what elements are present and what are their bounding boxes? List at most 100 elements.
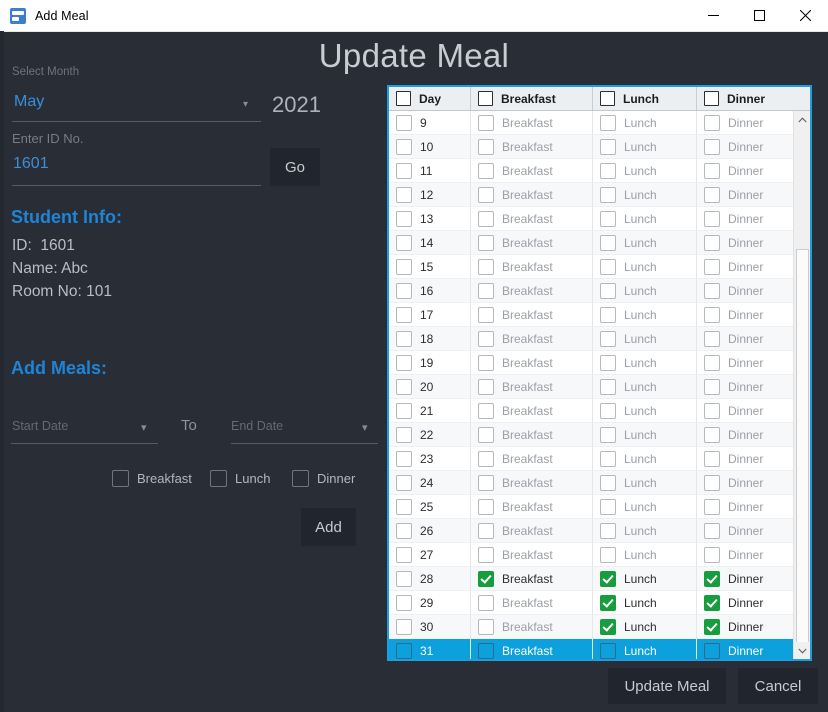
row-day-checkbox[interactable]	[396, 306, 412, 323]
row-dinner-checkbox[interactable]	[704, 162, 720, 179]
row-breakfast-checkbox[interactable]	[478, 618, 494, 635]
table-row[interactable]: 29 Breakfast Lunch Dinner	[389, 591, 810, 615]
row-dinner-checkbox[interactable]	[704, 378, 720, 395]
row-dinner-cell[interactable]: Dinner	[697, 159, 806, 182]
row-dinner-checkbox[interactable]	[704, 258, 720, 275]
start-date-picker[interactable]: Start Date	[12, 419, 68, 433]
grid-header-lunch[interactable]: Lunch	[593, 87, 697, 110]
month-select[interactable]: May	[14, 93, 44, 111]
row-lunch-cell[interactable]: Lunch	[593, 399, 697, 422]
id-input[interactable]: 1601	[13, 155, 49, 173]
table-row[interactable]: 16 Breakfast Lunch Dinner	[389, 279, 810, 303]
row-dinner-cell[interactable]: Dinner	[697, 231, 806, 254]
row-breakfast-checkbox[interactable]	[478, 426, 494, 443]
table-row[interactable]: 15 Breakfast Lunch Dinner	[389, 255, 810, 279]
row-dinner-checkbox[interactable]	[704, 498, 720, 515]
row-day-checkbox[interactable]	[396, 594, 412, 611]
row-lunch-checkbox[interactable]	[600, 282, 616, 299]
row-lunch-checkbox[interactable]	[600, 642, 616, 659]
row-dinner-cell[interactable]: Dinner	[697, 399, 806, 422]
row-breakfast-cell[interactable]: Breakfast	[471, 255, 593, 278]
row-lunch-cell[interactable]: Lunch	[593, 615, 697, 638]
row-lunch-checkbox[interactable]	[600, 450, 616, 467]
row-lunch-checkbox[interactable]	[600, 114, 616, 131]
row-dinner-checkbox[interactable]	[704, 570, 720, 587]
row-day-cell[interactable]: 20	[389, 375, 471, 398]
select-all-dinner-checkbox[interactable]	[704, 91, 719, 106]
row-breakfast-cell[interactable]: Breakfast	[471, 447, 593, 470]
row-lunch-cell[interactable]: Lunch	[593, 471, 697, 494]
row-lunch-cell[interactable]: Lunch	[593, 231, 697, 254]
update-meal-button[interactable]: Update Meal	[608, 668, 726, 704]
row-dinner-cell[interactable]: Dinner	[697, 279, 806, 302]
row-dinner-cell[interactable]: Dinner	[697, 471, 806, 494]
table-row[interactable]: 12 Breakfast Lunch Dinner	[389, 183, 810, 207]
row-breakfast-checkbox[interactable]	[478, 210, 494, 227]
row-dinner-checkbox[interactable]	[704, 138, 720, 155]
select-all-breakfast-checkbox[interactable]	[478, 91, 493, 106]
row-breakfast-checkbox[interactable]	[478, 498, 494, 515]
row-day-checkbox[interactable]	[396, 354, 412, 371]
row-dinner-cell[interactable]: Dinner	[697, 135, 806, 158]
row-dinner-checkbox[interactable]	[704, 354, 720, 371]
end-date-picker[interactable]: End Date	[231, 419, 283, 433]
row-dinner-cell[interactable]: Dinner	[697, 255, 806, 278]
row-dinner-checkbox[interactable]	[704, 402, 720, 419]
row-day-checkbox[interactable]	[396, 114, 412, 131]
row-breakfast-checkbox[interactable]	[478, 330, 494, 347]
row-day-checkbox[interactable]	[396, 402, 412, 419]
row-breakfast-cell[interactable]: Breakfast	[471, 279, 593, 302]
row-breakfast-checkbox[interactable]	[478, 402, 494, 419]
row-day-cell[interactable]: 14	[389, 231, 471, 254]
row-day-checkbox[interactable]	[396, 258, 412, 275]
maximize-icon[interactable]	[736, 1, 782, 31]
row-lunch-checkbox[interactable]	[600, 426, 616, 443]
row-dinner-cell[interactable]: Dinner	[697, 303, 806, 326]
row-breakfast-cell[interactable]: Breakfast	[471, 231, 593, 254]
row-day-cell[interactable]: 11	[389, 159, 471, 182]
row-breakfast-checkbox[interactable]	[478, 138, 494, 155]
row-lunch-cell[interactable]: Lunch	[593, 423, 697, 446]
table-row[interactable]: 17 Breakfast Lunch Dinner	[389, 303, 810, 327]
row-dinner-cell[interactable]: Dinner	[697, 567, 806, 590]
row-dinner-cell[interactable]: Dinner	[697, 591, 806, 614]
row-lunch-cell[interactable]: Lunch	[593, 519, 697, 542]
row-day-checkbox[interactable]	[396, 162, 412, 179]
row-dinner-checkbox[interactable]	[704, 210, 720, 227]
row-lunch-checkbox[interactable]	[600, 618, 616, 635]
row-lunch-checkbox[interactable]	[600, 474, 616, 491]
row-day-cell[interactable]: 17	[389, 303, 471, 326]
row-lunch-checkbox[interactable]	[600, 330, 616, 347]
row-lunch-cell[interactable]: Lunch	[593, 159, 697, 182]
table-row[interactable]: 31 Breakfast Lunch Dinner	[389, 639, 810, 659]
grid-header-breakfast[interactable]: Breakfast	[471, 87, 593, 110]
chevron-down-icon[interactable]: ▾	[141, 423, 147, 434]
row-day-cell[interactable]: 23	[389, 447, 471, 470]
row-day-cell[interactable]: 16	[389, 279, 471, 302]
table-row[interactable]: 25 Breakfast Lunch Dinner	[389, 495, 810, 519]
chevron-down-icon[interactable]	[794, 642, 810, 659]
row-day-checkbox[interactable]	[396, 210, 412, 227]
row-breakfast-checkbox[interactable]	[478, 594, 494, 611]
row-breakfast-cell[interactable]: Breakfast	[471, 639, 593, 659]
row-day-checkbox[interactable]	[396, 642, 412, 659]
row-dinner-checkbox[interactable]	[704, 594, 720, 611]
row-day-cell[interactable]: 12	[389, 183, 471, 206]
row-lunch-cell[interactable]: Lunch	[593, 327, 697, 350]
row-breakfast-cell[interactable]: Breakfast	[471, 327, 593, 350]
grid-scrollbar[interactable]	[793, 111, 810, 659]
row-dinner-checkbox[interactable]	[704, 450, 720, 467]
breakfast-checkbox-row[interactable]: Breakfast	[112, 470, 192, 487]
row-lunch-checkbox[interactable]	[600, 378, 616, 395]
table-row[interactable]: 14 Breakfast Lunch Dinner	[389, 231, 810, 255]
row-dinner-checkbox[interactable]	[704, 426, 720, 443]
row-day-cell[interactable]: 24	[389, 471, 471, 494]
breakfast-checkbox[interactable]	[112, 470, 129, 487]
row-day-cell[interactable]: 19	[389, 351, 471, 374]
row-breakfast-checkbox[interactable]	[478, 378, 494, 395]
table-row[interactable]: 13 Breakfast Lunch Dinner	[389, 207, 810, 231]
row-lunch-cell[interactable]: Lunch	[593, 183, 697, 206]
add-button[interactable]: Add	[301, 508, 356, 546]
row-breakfast-checkbox[interactable]	[478, 258, 494, 275]
row-lunch-checkbox[interactable]	[600, 186, 616, 203]
